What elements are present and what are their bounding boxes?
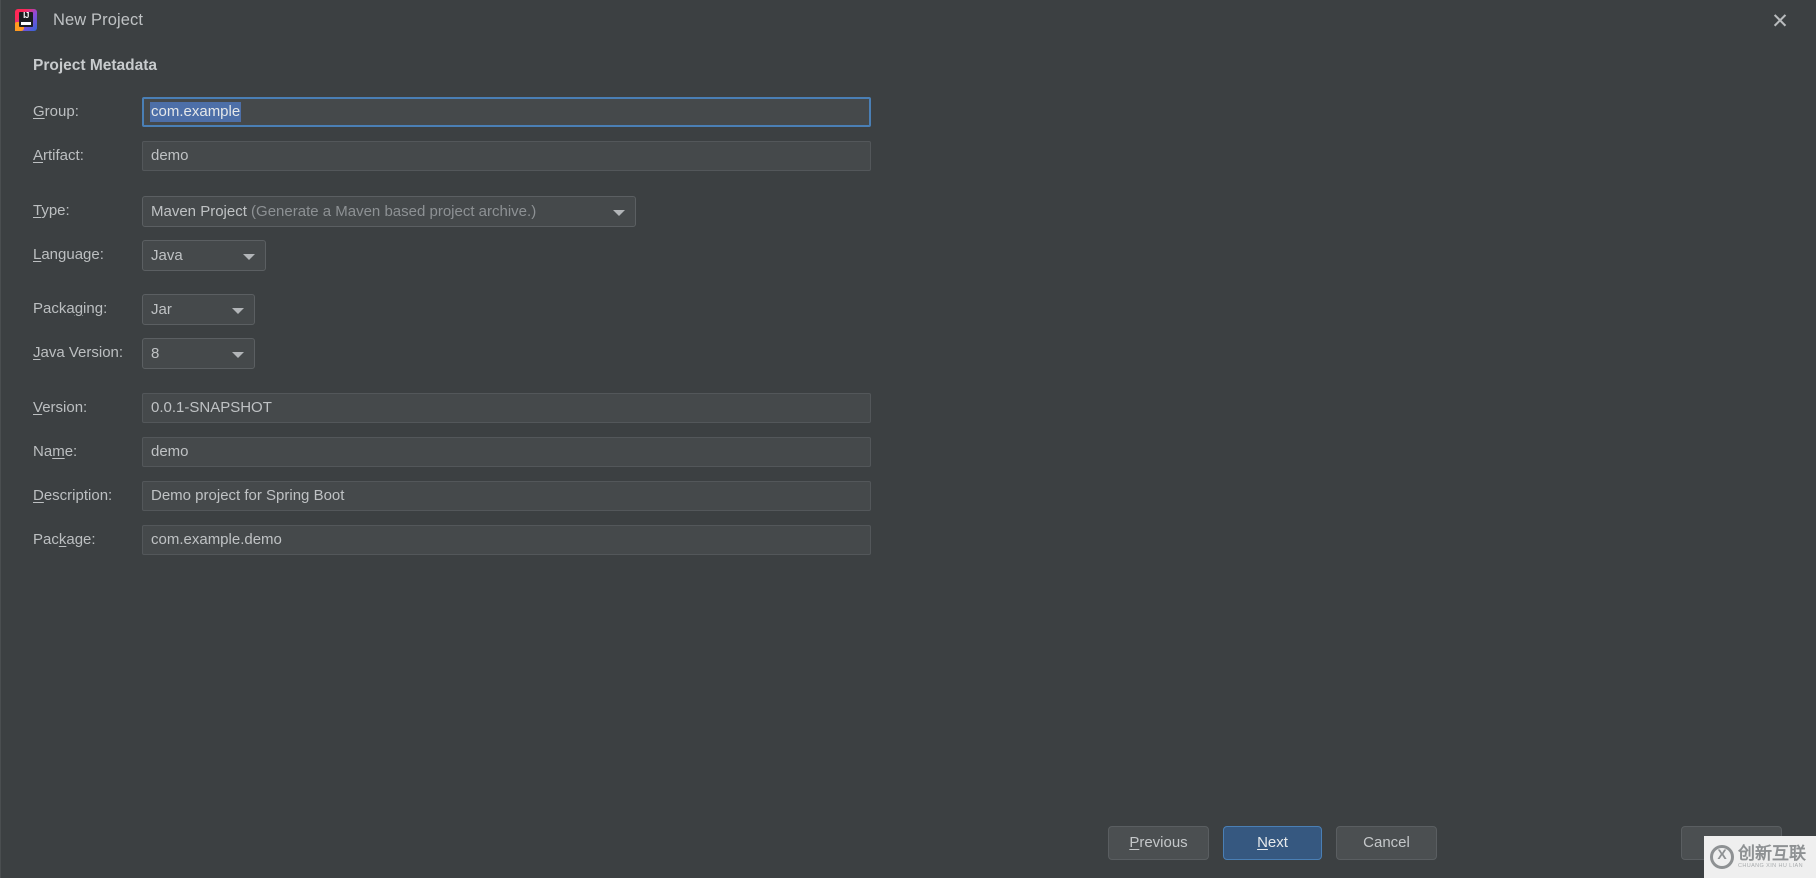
package-value: com.example.demo xyxy=(151,531,282,548)
version-input[interactable]: 0.0.1-SNAPSHOT xyxy=(142,393,871,423)
language-value: Java xyxy=(151,247,183,264)
group-value: com.example xyxy=(150,102,242,122)
watermark: 创新互联 CHUANG XIN HU LIAN xyxy=(1704,836,1816,878)
group-input[interactable]: com.example xyxy=(142,97,871,127)
name-input[interactable]: demo xyxy=(142,437,871,467)
language-dropdown[interactable]: Java xyxy=(142,240,266,271)
chevron-down-icon[interactable] xyxy=(232,352,244,358)
label-name: Name: xyxy=(33,443,78,460)
intellij-idea-logo-icon: IJ xyxy=(15,9,37,31)
cancel-button[interactable]: Cancel xyxy=(1336,826,1437,860)
title-bar: IJ New Project ✕ xyxy=(1,0,1816,40)
description-input[interactable]: Demo project for Spring Boot xyxy=(142,481,871,511)
chevron-down-icon[interactable] xyxy=(613,210,625,216)
label-group: Group: xyxy=(33,103,79,120)
window-title: New Project xyxy=(53,10,144,29)
watermark-chinese: 创新互联 xyxy=(1738,843,1806,863)
label-package: Package: xyxy=(33,531,96,548)
label-language: Language: xyxy=(33,246,104,263)
name-value: demo xyxy=(151,443,189,460)
version-value: 0.0.1-SNAPSHOT xyxy=(151,399,272,416)
package-input[interactable]: com.example.demo xyxy=(142,525,871,555)
label-type: Type: xyxy=(33,202,70,219)
page-title: Project Metadata xyxy=(33,57,158,74)
java_version-value: 8 xyxy=(151,345,160,362)
description-value: Demo project for Spring Boot xyxy=(151,487,345,504)
type-value: Maven Project xyxy=(151,203,247,220)
type-hint: (Generate a Maven based project archive.… xyxy=(246,203,537,220)
next-button[interactable]: Next xyxy=(1223,826,1322,860)
circled-x-icon xyxy=(1710,845,1734,869)
packaging-dropdown[interactable]: Jar xyxy=(142,294,255,325)
chevron-down-icon[interactable] xyxy=(232,308,244,314)
label-artifact: Artifact: xyxy=(33,147,84,164)
chevron-down-icon[interactable] xyxy=(243,254,255,260)
java_version-dropdown[interactable]: 8 xyxy=(142,338,255,369)
label-packaging: Packaging: xyxy=(33,300,108,317)
label-description: Description: xyxy=(33,487,113,504)
new-project-dialog: IJ New Project ✕ Project Metadata Group:… xyxy=(0,0,1816,878)
label-version: Version: xyxy=(33,399,88,416)
packaging-value: Jar xyxy=(151,301,172,318)
close-icon[interactable]: ✕ xyxy=(1765,6,1795,36)
artifact-value: demo xyxy=(151,147,189,164)
artifact-input[interactable]: demo xyxy=(142,141,871,171)
type-dropdown[interactable]: Maven Project (Generate a Maven based pr… xyxy=(142,196,636,227)
watermark-pinyin: CHUANG XIN HU LIAN xyxy=(1738,862,1803,869)
previous-button[interactable]: Previous xyxy=(1108,826,1209,860)
label-java_version: Java Version: xyxy=(33,344,124,361)
